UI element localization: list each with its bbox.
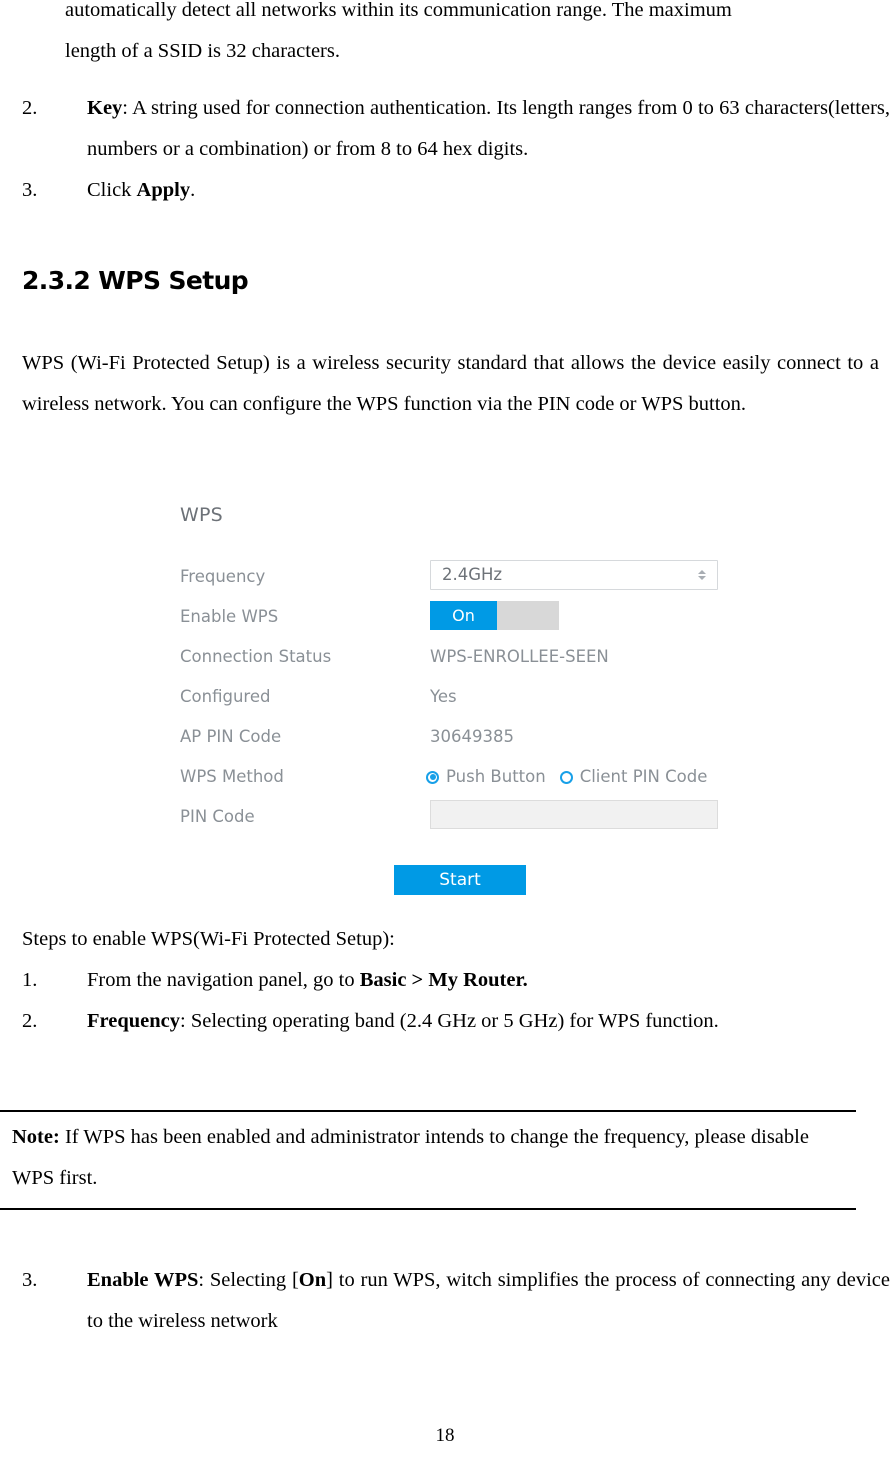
frequency-select[interactable]: 2.4GHz xyxy=(430,560,718,590)
wps-method-radio-group: Push Button Client PIN Code xyxy=(426,762,707,792)
wps-label-pin-code: PIN Code xyxy=(180,807,255,826)
list-item-apply-number: 3. xyxy=(22,179,38,201)
document-page: automatically detect all networks within… xyxy=(0,0,890,1469)
radio-client-pin-code-label: Client PIN Code xyxy=(579,767,708,786)
wps-row-ap-pin-code: AP PIN Code 30649385 xyxy=(162,722,737,762)
wps-label-configured: Configured xyxy=(180,687,271,706)
pin-code-input[interactable] xyxy=(430,800,718,829)
list-item-key-text: : A string used for connection authentic… xyxy=(87,97,890,160)
radio-push-button[interactable]: Push Button xyxy=(426,762,546,792)
step-item-2-body: Frequency: Selecting operating band (2.4… xyxy=(87,1001,890,1042)
select-stepper-icon xyxy=(697,561,707,589)
step-item-3-body: Enable WPS: Selecting [On] to run WPS, w… xyxy=(87,1260,890,1342)
step-item-1-text: From the navigation panel, go to xyxy=(87,969,360,991)
step-item-2: 2. Frequency: Selecting operating band (… xyxy=(22,1001,890,1042)
list-item-key: 2. Key: A string used for connection aut… xyxy=(22,88,890,170)
list-item-key-number: 2. xyxy=(22,97,38,119)
steps-intro: Steps to enable WPS(Wi-Fi Protected Setu… xyxy=(22,928,395,950)
continued-paragraph-line2: length of a SSID is 32 characters. xyxy=(65,40,340,62)
wps-row-connection-status: Connection Status WPS-ENROLLEE-SEEN xyxy=(162,642,737,682)
continued-paragraph-line2-wrap: length of a SSID is 32 characters. xyxy=(65,31,890,72)
enable-wps-toggle-on-label: On xyxy=(430,601,497,630)
list-item-apply-term: Apply xyxy=(136,179,191,201)
wps-label-frequency: Frequency xyxy=(180,567,266,586)
wps-label-enable-wps: Enable WPS xyxy=(180,607,279,626)
wps-row-frequency: Frequency 2.4GHz xyxy=(162,560,737,602)
radio-selected-icon xyxy=(426,770,439,784)
wps-label-wps-method: WPS Method xyxy=(180,767,284,786)
step-item-1-term: Basic > My Router. xyxy=(359,969,528,991)
list-item-apply: 3. Click Apply. xyxy=(22,170,890,211)
enable-wps-toggle[interactable]: On xyxy=(430,601,559,630)
start-button[interactable]: Start xyxy=(394,865,526,895)
wps-row-enable: Enable WPS On xyxy=(162,601,737,642)
step-item-1-number: 1. xyxy=(22,969,38,991)
radio-unselected-icon xyxy=(559,770,573,784)
wps-value-ap-pin-code: 30649385 xyxy=(430,727,514,746)
note-box: Note: If WPS has been enabled and admini… xyxy=(12,1117,852,1199)
wps-value-configured: Yes xyxy=(430,687,457,706)
enable-wps-toggle-off-track xyxy=(497,601,559,630)
wps-label-ap-pin-code: AP PIN Code xyxy=(180,727,282,746)
section-heading: 2.3.2 WPS Setup xyxy=(22,266,249,295)
step-item-3: 3. Enable WPS: Selecting [On] to run WPS… xyxy=(22,1260,890,1342)
wps-row-method: WPS Method Push Button Client PIN Code xyxy=(162,762,737,802)
wps-value-connection-status: WPS-ENROLLEE-SEEN xyxy=(430,647,609,666)
list-item-apply-body: Click Apply. xyxy=(87,170,890,211)
step-item-2-number: 2. xyxy=(22,1010,38,1032)
wps-row-pin-code: PIN Code xyxy=(162,800,737,842)
wps-settings-screenshot: WPS Frequency 2.4GHz Enable WPS On Conne… xyxy=(162,500,737,905)
continued-paragraph: automatically detect all networks within… xyxy=(65,0,890,31)
list-item-apply-text-b: . xyxy=(190,179,196,201)
list-item-apply-text-a: Click xyxy=(87,179,137,201)
note-label: Note: xyxy=(12,1126,60,1148)
list-item-key-term: Key xyxy=(87,97,123,119)
note-top-rule xyxy=(0,1110,856,1112)
frequency-select-value: 2.4GHz xyxy=(442,565,503,584)
step-item-1: 1. From the navigation panel, go to Basi… xyxy=(22,960,890,1001)
wps-label-connection-status: Connection Status xyxy=(180,647,332,666)
note-bottom-rule xyxy=(0,1208,856,1210)
list-item-key-body: Key: A string used for connection authen… xyxy=(87,88,890,170)
step-item-3-term: Enable WPS xyxy=(87,1269,199,1291)
step-item-2-term: Frequency xyxy=(87,1010,181,1032)
wps-row-configured: Configured Yes xyxy=(162,682,737,722)
intro-paragraph: WPS (Wi-Fi Protected Setup) is a wireles… xyxy=(22,352,879,415)
step-item-3-number: 3. xyxy=(22,1269,38,1291)
step-item-3-term2: On xyxy=(298,1269,327,1291)
radio-push-button-label: Push Button xyxy=(446,767,546,786)
continued-paragraph-line1: automatically detect all networks within… xyxy=(65,0,732,21)
page-number: 18 xyxy=(435,1425,455,1446)
step-item-2-text: : Selecting operating band (2.4 GHz or 5… xyxy=(180,1010,719,1032)
step-item-3-text-a: : Selecting [ xyxy=(198,1269,299,1291)
radio-client-pin-code[interactable]: Client PIN Code xyxy=(559,762,708,792)
step-item-1-body: From the navigation panel, go to Basic >… xyxy=(87,960,890,1001)
wps-panel-title: WPS xyxy=(180,504,223,526)
note-body: If WPS has been enabled and administrato… xyxy=(12,1126,809,1189)
